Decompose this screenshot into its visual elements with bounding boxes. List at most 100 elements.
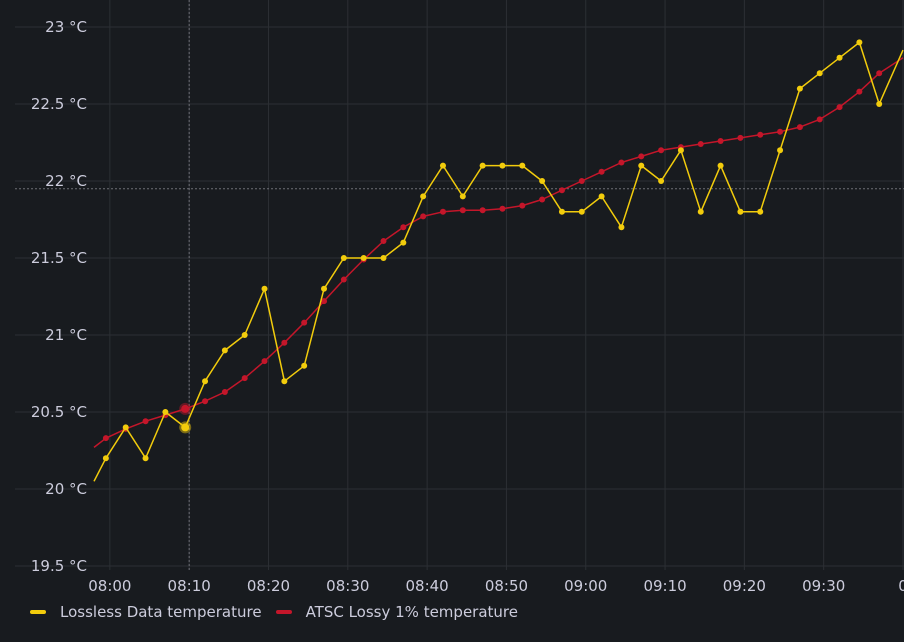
series-point-0[interactable] bbox=[321, 285, 328, 292]
x-tick-label: 08:20 bbox=[247, 577, 290, 595]
series-point-1[interactable] bbox=[499, 205, 506, 212]
y-tick-label: 20.5 °C bbox=[31, 403, 87, 421]
series-point-0[interactable] bbox=[578, 208, 585, 215]
legend-item-lossless[interactable]: Lossless Data temperature bbox=[30, 603, 262, 621]
y-tick-label: 19.5 °C bbox=[31, 557, 87, 575]
x-tick-label: 08:50 bbox=[485, 577, 528, 595]
series-point-0[interactable] bbox=[737, 208, 744, 215]
series-point-1[interactable] bbox=[737, 134, 744, 141]
series-point-0[interactable] bbox=[638, 162, 645, 169]
series-point-0[interactable] bbox=[876, 101, 883, 107]
series-line-1[interactable] bbox=[93, 57, 904, 448]
series-point-1[interactable] bbox=[836, 104, 843, 111]
y-tick-label: 21 °C bbox=[45, 326, 87, 344]
series-point-0[interactable] bbox=[717, 162, 724, 169]
series-point-0[interactable] bbox=[757, 208, 764, 215]
series-point-1[interactable] bbox=[816, 116, 823, 123]
series-point-0[interactable] bbox=[697, 208, 704, 215]
series-point-0[interactable] bbox=[221, 347, 228, 354]
series-point-0[interactable] bbox=[202, 378, 209, 385]
series-point-1[interactable] bbox=[578, 178, 585, 184]
series-point-1[interactable] bbox=[221, 388, 228, 395]
series-point-1[interactable] bbox=[777, 128, 784, 135]
series-point-0[interactable] bbox=[856, 39, 863, 46]
series-point-0[interactable] bbox=[499, 162, 506, 169]
series-point-1[interactable] bbox=[301, 319, 308, 326]
series-point-0[interactable] bbox=[162, 409, 169, 415]
series-point-1[interactable] bbox=[281, 339, 288, 346]
x-tick-label: 08:30 bbox=[326, 577, 369, 595]
series-point-0[interactable] bbox=[598, 193, 605, 200]
series-point-1[interactable] bbox=[757, 131, 764, 138]
series-point-1[interactable] bbox=[638, 153, 645, 160]
series-point-0[interactable] bbox=[340, 255, 347, 261]
x-tick-label: 09:20 bbox=[723, 577, 766, 595]
series-point-1[interactable] bbox=[618, 159, 625, 166]
x-tick-label: 0 bbox=[898, 577, 904, 595]
series-point-1[interactable] bbox=[558, 187, 565, 194]
series-point-0[interactable] bbox=[519, 162, 526, 169]
series-point-1[interactable] bbox=[539, 196, 546, 203]
series-point-1[interactable] bbox=[876, 70, 883, 77]
time-series-chart[interactable]: 19.5 °C 20 °C 20.5 °C 21 °C 21.5 °C 22 °C 22.5… bbox=[0, 0, 904, 600]
x-tick-label: 08:00 bbox=[88, 577, 131, 595]
series-point-0[interactable] bbox=[836, 54, 843, 61]
series-point-1[interactable] bbox=[658, 147, 665, 154]
legend-swatch-lossless bbox=[30, 610, 46, 614]
x-tick-label: 08:10 bbox=[168, 577, 211, 595]
y-tick-label: 22.5 °C bbox=[31, 95, 87, 113]
series-point-1[interactable] bbox=[439, 208, 446, 215]
series-point-1[interactable] bbox=[717, 137, 724, 144]
series-point-1[interactable] bbox=[519, 202, 526, 209]
series-point-0[interactable] bbox=[241, 332, 248, 338]
x-tick-label: 09:10 bbox=[643, 577, 686, 595]
series-point-1[interactable] bbox=[796, 124, 803, 131]
series-point-0[interactable] bbox=[380, 255, 387, 261]
y-tick-label: 21.5 °C bbox=[31, 249, 87, 267]
series-point-0[interactable] bbox=[360, 255, 367, 261]
series-point-0[interactable] bbox=[301, 362, 308, 369]
series-point-1[interactable] bbox=[420, 213, 427, 220]
series-point-0[interactable] bbox=[400, 239, 407, 246]
x-tick-label: 09:30 bbox=[802, 577, 845, 595]
series-point-0[interactable] bbox=[261, 285, 268, 292]
series-point-1[interactable] bbox=[459, 207, 466, 214]
series-point-0[interactable] bbox=[677, 147, 684, 154]
series-point-1[interactable] bbox=[380, 238, 387, 245]
series-point-0[interactable] bbox=[658, 178, 665, 184]
series-point-1[interactable] bbox=[241, 375, 248, 382]
series-point-0[interactable] bbox=[102, 455, 109, 462]
series-point-1[interactable] bbox=[598, 168, 605, 175]
series-point-0[interactable] bbox=[618, 224, 625, 231]
series-point-1[interactable] bbox=[102, 435, 109, 442]
series-point-1[interactable] bbox=[142, 418, 149, 425]
series-point-0[interactable] bbox=[420, 193, 427, 200]
series-line-0[interactable] bbox=[93, 41, 904, 482]
series-point-0[interactable] bbox=[281, 378, 288, 385]
series-point-0[interactable] bbox=[777, 147, 784, 154]
series-point-0[interactable] bbox=[142, 455, 149, 462]
series-point-0[interactable] bbox=[796, 85, 803, 92]
series-point-1[interactable] bbox=[697, 141, 704, 148]
series-point-1[interactable] bbox=[261, 358, 268, 365]
series-point-0[interactable] bbox=[816, 70, 823, 77]
hover-point-0[interactable] bbox=[181, 423, 190, 432]
series-point-0[interactable] bbox=[459, 193, 466, 200]
series-point-1[interactable] bbox=[856, 88, 863, 95]
series-point-0[interactable] bbox=[479, 162, 486, 169]
y-tick-label: 20 °C bbox=[45, 480, 87, 498]
series-point-0[interactable] bbox=[539, 178, 546, 184]
series-point-1[interactable] bbox=[400, 224, 407, 231]
legend: Lossless Data temperature ATSC Lossy 1% … bbox=[30, 603, 532, 621]
legend-label-atsc: ATSC Lossy 1% temperature bbox=[305, 603, 518, 621]
series-point-0[interactable] bbox=[439, 162, 446, 169]
legend-item-atsc[interactable]: ATSC Lossy 1% temperature bbox=[275, 603, 518, 621]
chart-panel: 19.5 °C 20 °C 20.5 °C 21 °C 21.5 °C 22 °C 22.5… bbox=[0, 0, 904, 642]
series-point-1[interactable] bbox=[479, 207, 486, 214]
series-point-1[interactable] bbox=[340, 276, 347, 283]
legend-swatch-atsc bbox=[275, 610, 292, 614]
series-point-1[interactable] bbox=[202, 398, 209, 405]
series-point-0[interactable] bbox=[122, 424, 129, 431]
series-point-0[interactable] bbox=[558, 208, 565, 215]
hover-point-1[interactable] bbox=[181, 404, 190, 413]
